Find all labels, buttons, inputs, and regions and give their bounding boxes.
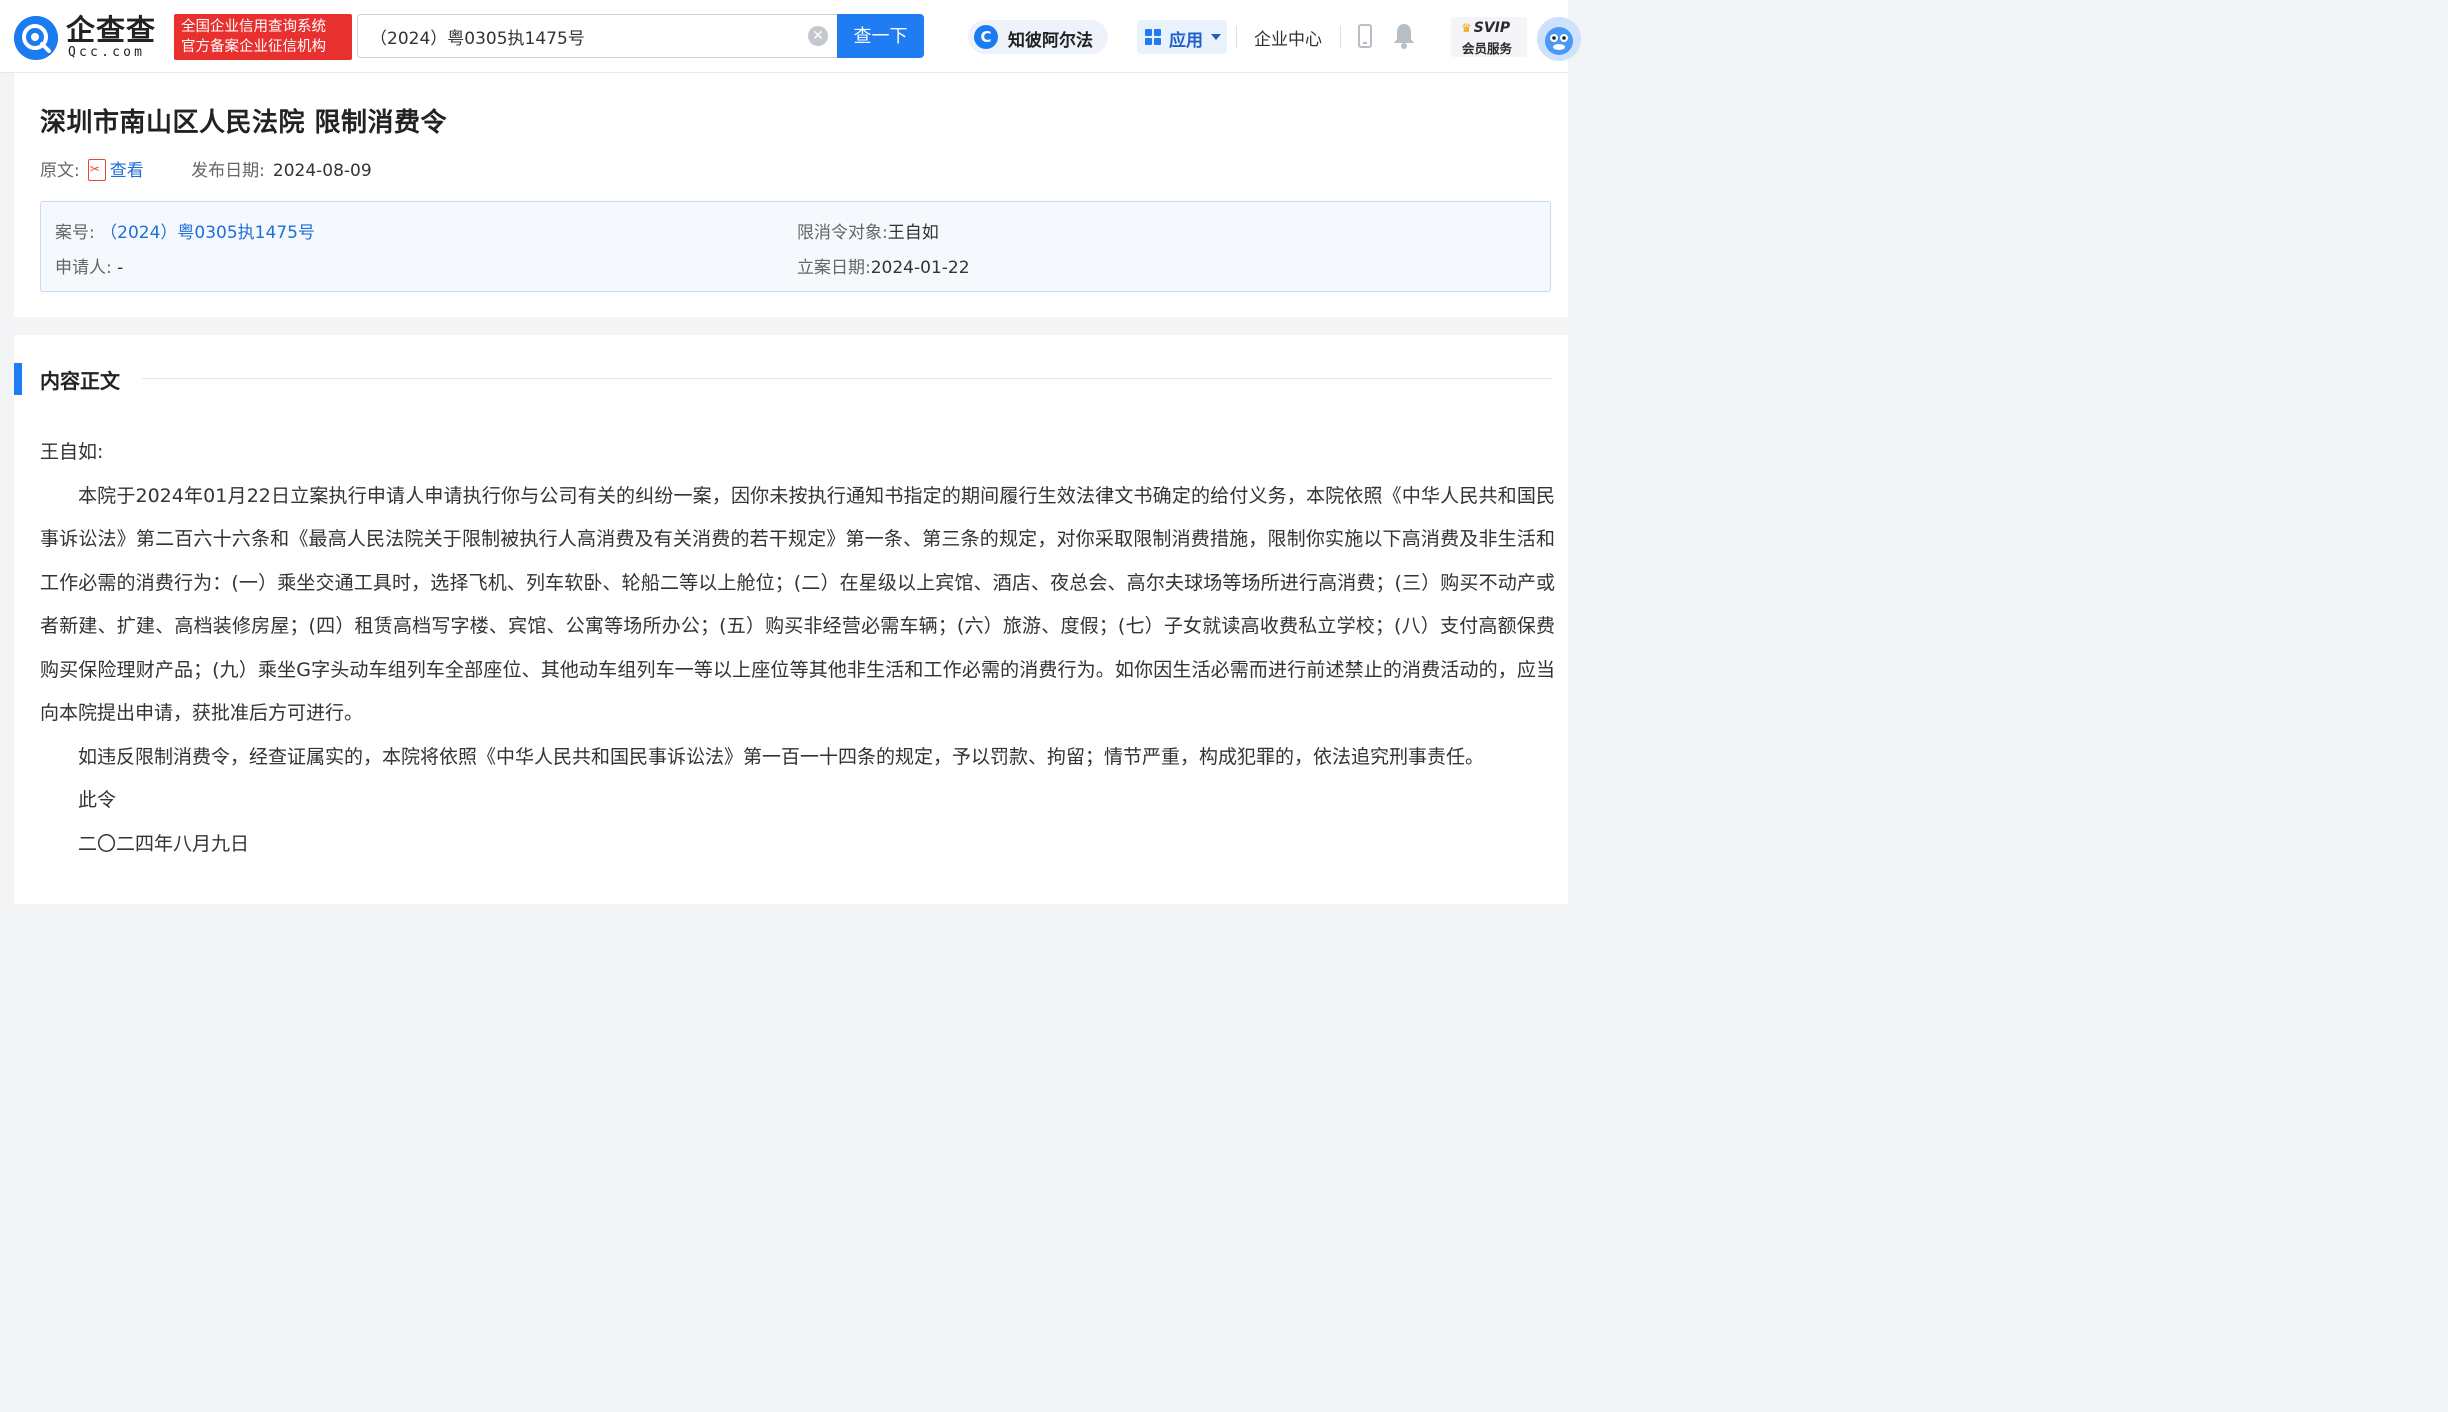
section-accent-bar xyxy=(14,363,22,395)
avatar-icon[interactable] xyxy=(1537,17,1581,61)
logo-text-cn: 企查查 xyxy=(66,13,157,47)
target-value: 王自如 xyxy=(887,223,939,243)
enterprise-center-link[interactable]: 企业中心 xyxy=(1254,25,1322,50)
applicant-label: 申请人: xyxy=(55,258,112,278)
filing-date-row: 立案日期:2024-01-22 xyxy=(797,253,970,278)
applicant-value: - xyxy=(117,258,124,278)
chevron-down-icon xyxy=(1211,34,1221,40)
pdf-file-icon[interactable] xyxy=(87,159,106,181)
svip-sub-label: 会员服务 xyxy=(1462,41,1513,56)
nav-divider xyxy=(1236,26,1237,48)
paragraph-penalty: 如违反限制消费令，经查证属实的，本院将依照《中华人民共和国民事诉讼法》第一百一十… xyxy=(78,745,1485,768)
qcc-logo-icon xyxy=(14,16,58,60)
zhibi-alpha-icon: C xyxy=(974,25,998,49)
zhibi-alpha-label: 知彼阿尔法 xyxy=(1008,31,1093,51)
grid-apps-icon xyxy=(1145,29,1161,45)
logo-text-en: Qcc.com xyxy=(68,45,146,60)
badge-line-2: 官方备案企业征信机构 xyxy=(181,39,326,55)
paragraph-restrictions: 本院于2024年01月22日立案执行申请人申请执行你与公司有关的纠纷一案，因你未… xyxy=(40,484,1555,725)
credit-badge: 全国企业信用查询系统 官方备案企业征信机构 xyxy=(174,14,352,60)
order-info-card: 深圳市南山区人民法院 限制消费令 原文: 查看 发布日期: 2024-08-09 案… xyxy=(14,73,1568,317)
filing-date-value: 2024-01-22 xyxy=(870,258,970,278)
salutation: 王自如: xyxy=(40,441,104,463)
case-no-label: 案号: xyxy=(55,223,95,243)
mobile-phone-icon[interactable] xyxy=(1358,24,1372,48)
case-no-link[interactable]: （2024）粤0305执1475号 xyxy=(100,223,315,243)
site-logo[interactable]: 企查查 Qcc.com 全国企业信用查询系统 官方备案企业征信机构 xyxy=(14,13,352,60)
apps-label: 应用 xyxy=(1169,31,1203,51)
bell-icon[interactable] xyxy=(1392,22,1416,50)
section-title: 内容正文 xyxy=(40,369,120,393)
publish-date-label: 发布日期: xyxy=(191,161,265,181)
case-details-box: 案号: （2024）粤0305执1475号 申请人: - 限消令对象:王自如 立… xyxy=(40,201,1551,292)
case-no-row: 案号: （2024）粤0305执1475号 xyxy=(55,218,315,243)
search-box: ✕ xyxy=(357,14,837,58)
content-card: 内容正文 王自如: 本院于2024年01月22日立案执行申请人申请执行你与公司有… xyxy=(14,335,1568,904)
top-header: 企查查 Qcc.com 全国企业信用查询系统 官方备案企业征信机构 ✕ 查一下 … xyxy=(0,0,1581,73)
section-divider xyxy=(142,378,1552,379)
clear-icon[interactable]: ✕ xyxy=(808,26,828,46)
closing-text: 此令 xyxy=(78,789,117,811)
search-input[interactable] xyxy=(370,15,800,57)
zhibi-alpha-button[interactable]: C 知彼阿尔法 xyxy=(968,20,1108,54)
applicant-row: 申请人: - xyxy=(55,253,123,278)
order-body: 王自如: 本院于2024年01月22日立案执行申请人申请执行你与公司有关的纠纷一… xyxy=(40,431,1555,866)
badge-line-1: 全国企业信用查询系统 xyxy=(181,19,326,35)
search-button[interactable]: 查一下 xyxy=(837,14,924,58)
meta-row: 原文: 查看 发布日期: 2024-08-09 xyxy=(40,156,372,181)
svip-button[interactable]: SVIP 会员服务 xyxy=(1451,17,1527,57)
svip-label: SVIP xyxy=(1461,20,1510,36)
filing-date-label: 立案日期: xyxy=(797,258,871,278)
original-label: 原文: xyxy=(40,161,80,181)
page-title: 深圳市南山区人民法院 限制消费令 xyxy=(40,108,448,138)
publish-date: 2024-08-09 xyxy=(272,161,372,181)
nav-divider xyxy=(1340,26,1341,48)
apps-menu[interactable]: 应用 xyxy=(1137,20,1227,54)
target-label: 限消令对象: xyxy=(797,223,888,243)
target-row: 限消令对象:王自如 xyxy=(797,218,939,243)
order-date: 二〇二四年八月九日 xyxy=(78,832,250,855)
view-original-link[interactable]: 查看 xyxy=(110,161,144,181)
